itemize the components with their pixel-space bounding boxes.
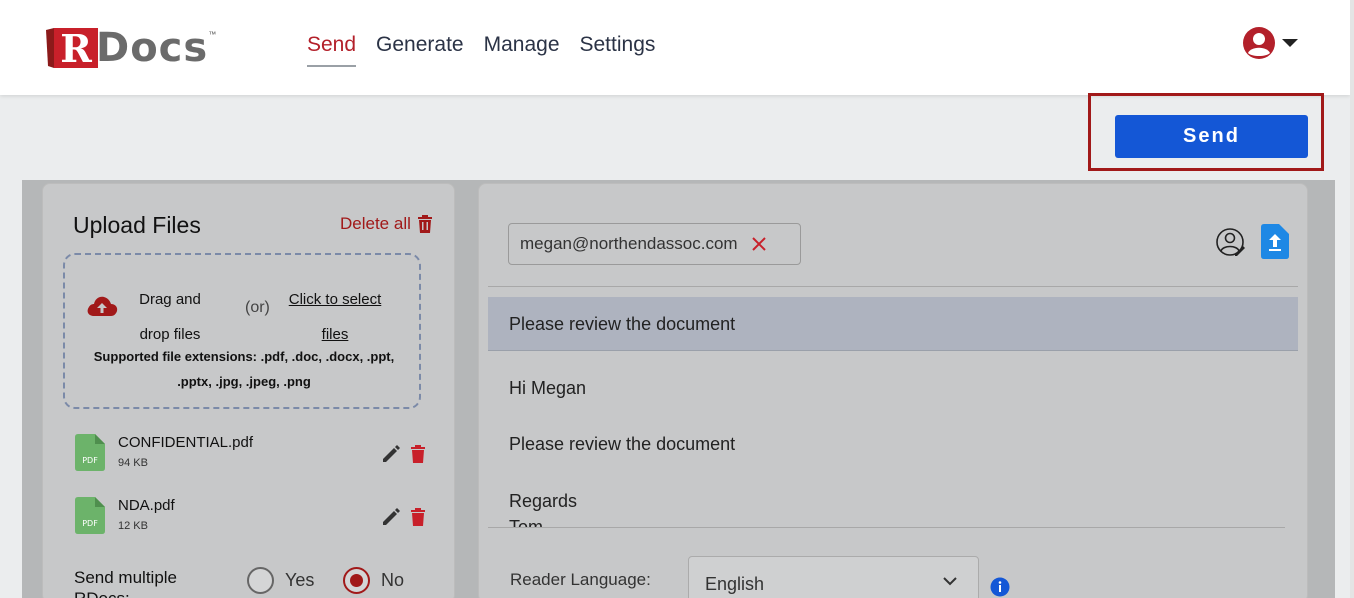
subject-field[interactable]: Please review the document [488,297,1298,351]
upload-files-panel: Upload Files Delete all Drag and drop fi… [42,183,455,598]
svg-text:PDF: PDF [82,519,98,528]
svg-text:R: R [60,26,92,70]
pdf-file-icon: PDF [75,497,105,534]
pdf-file-icon: PDF [75,434,105,471]
page-scrollbar[interactable] [1350,0,1354,598]
upload-files-title: Upload Files [73,212,201,238]
logo-trademark: ™ [208,30,217,39]
nav-send[interactable]: Send [307,33,357,67]
user-avatar-icon [1243,27,1275,59]
file-size: 12 KB [118,520,148,532]
reader-language-label: Reader Language: [510,570,651,589]
file-item: PDF CONFIDENTIAL.pdf 94 KB [75,434,435,484]
reader-language-select[interactable]: English [688,556,979,598]
radio-yes-circle [247,567,274,594]
message-body[interactable]: Hi Megan Please review the document Rega… [488,364,1298,527]
info-icon[interactable] [990,577,1010,597]
chevron-down-icon [1282,39,1298,47]
message-panel: megan@northendassoc.com Please review th… [478,183,1308,598]
contact-book-icon[interactable] [1215,227,1247,257]
user-menu[interactable] [1242,26,1298,60]
recipient-chip[interactable]: megan@northendassoc.com [508,223,801,265]
delete-all-button[interactable]: Delete all [340,214,433,234]
drag-drop-text: Drag and drop files [139,291,201,343]
file-name: CONFIDENTIAL.pdf [118,434,254,451]
nav-manage[interactable]: Manage [484,33,560,67]
trash-icon[interactable] [411,445,425,463]
send-multiple-label: Send multiple RDocs: [74,568,178,598]
delete-all-label: Delete all [340,214,411,233]
body-line: Hi Megan [509,378,587,398]
file-name: NDA.pdf [118,497,175,514]
or-text: (or) [245,299,270,316]
radio-yes-label: Yes [285,570,315,590]
trash-icon[interactable] [411,508,425,526]
close-icon[interactable] [751,237,766,251]
radio-no[interactable]: No [343,567,404,594]
radio-no-label: No [381,570,405,590]
divider [488,350,1298,351]
body-line: Please review the document [509,434,736,454]
file-item: PDF NDA.pdf 12 KB [75,497,435,547]
nav-generate[interactable]: Generate [376,33,464,67]
rdocs-logo[interactable]: R Docs ™ [44,24,216,72]
body-line: Tom [509,517,544,527]
pencil-icon[interactable] [381,507,401,527]
chevron-down-icon [943,577,957,586]
svg-text:PDF: PDF [82,456,98,465]
logo-r-mark: R [46,26,98,70]
body-line: Regards [509,491,578,511]
divider [488,527,1285,528]
pencil-icon[interactable] [381,444,401,464]
radio-no-circle [343,567,370,594]
nav-settings[interactable]: Settings [580,33,656,67]
file-dropzone[interactable]: Drag and drop files (or) Click to select… [63,253,421,409]
reader-language-value: English [705,574,765,594]
logo-text: Docs [96,25,209,71]
click-to-select-link[interactable]: Click to select files [280,282,390,352]
upload-file-icon[interactable] [1261,224,1289,259]
trash-icon [417,215,432,233]
supported-extensions-text: Supported file extensions: .pdf, .doc, .… [93,349,395,389]
main-nav: Send Generate Manage Settings [307,33,675,67]
send-button[interactable]: Send [1115,115,1308,158]
top-header: R Docs ™ Send Generate Manage Settings [0,0,1350,95]
radio-yes[interactable]: Yes [247,567,314,594]
file-size: 94 KB [118,457,148,469]
cloud-upload-icon [87,296,118,316]
recipient-email: megan@northendassoc.com [520,234,738,253]
divider [488,286,1298,287]
